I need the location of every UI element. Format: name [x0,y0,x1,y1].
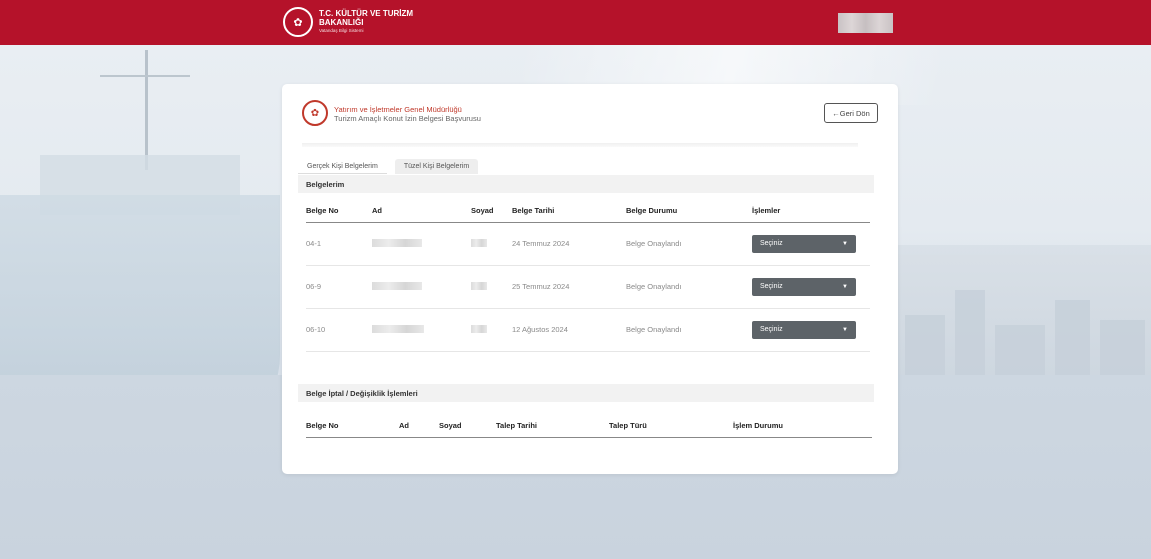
column-header: Belge No [306,200,372,223]
column-header: Talep Tarihi [496,415,609,438]
document-number: 06-9 [306,265,372,309]
actions-dropdown-label: Seçiniz [760,240,783,247]
column-header: İşlem Durumu [733,415,872,438]
column-header: Soyad [439,415,496,438]
column-header: Ad [399,415,439,438]
column-header: Talep Türü [609,415,733,438]
table-header-row: Belge No Ad Soyad Belge Tarihi Belge Dur… [306,200,870,223]
last-name-redacted [471,265,512,309]
actions-cell: Seçiniz ▼ [752,308,870,352]
actions-cell: Seçiniz ▼ [752,265,870,309]
card-header: ✿ Yatırım ve İşletmeler Genel Müdürlüğü … [302,100,878,140]
tab-corporate-documents[interactable]: Tüzel Kişi Belgelerim [394,159,479,174]
document-status: Belge Onaylandı [626,308,752,352]
document-number: 06-10 [306,308,372,352]
document-date: 24 Temmuz 2024 [512,222,626,266]
logo-line-2: BAKANLIĞI [319,17,364,27]
caret-down-icon: ▼ [842,326,848,333]
column-header: Belge No [306,415,399,438]
document-status: Belge Onaylandı [626,222,752,266]
ministry-seal-icon: ✿ [302,100,328,126]
first-name-redacted [372,265,471,309]
table-row: 04-1 24 Temmuz 2024 Belge Onaylandı Seçi… [306,222,870,266]
document-date: 25 Temmuz 2024 [512,265,626,309]
actions-cell: Seçiniz ▼ [752,222,870,266]
ministry-seal-icon: ✿ [283,7,313,37]
actions-dropdown[interactable]: Seçiniz ▼ [752,277,856,296]
last-name-redacted [471,308,512,352]
cancellations-table: Belge No Ad Soyad Talep Tarihi Talep Tür… [306,415,872,438]
first-name-redacted [372,308,471,352]
caret-down-icon: ▼ [842,240,848,247]
tab-bar: Gerçek Kişi Belgelerim Tüzel Kişi Belgel… [298,159,479,174]
document-date: 12 Ağustos 2024 [512,308,626,352]
table-row: 06-10 12 Ağustos 2024 Belge Onaylandı Se… [306,308,870,352]
documents-section-title: Belgelerim [298,175,874,193]
city-skyline [895,245,1151,385]
main-card: ✿ Yatırım ve İşletmeler Genel Müdürlüğü … [282,84,898,474]
user-menu[interactable] [838,13,893,33]
column-header: Belge Tarihi [512,200,626,223]
column-header: Belge Durumu [626,200,752,223]
cancellations-section-title: Belge İptal / Değişiklik İşlemleri [298,384,874,402]
table-header-row: Belge No Ad Soyad Talep Tarihi Talep Tür… [306,415,872,438]
documents-table: Belge No Ad Soyad Belge Tarihi Belge Dur… [306,200,870,352]
column-header: Ad [372,200,471,223]
caret-down-icon: ▼ [842,283,848,290]
actions-dropdown-label: Seçiniz [760,283,783,290]
document-number: 04-1 [306,222,372,266]
header-divider [302,143,858,147]
ministry-logo[interactable]: ✿ T.C. KÜLTÜR VE TURİZM BAKANLIĞI Vatand… [283,7,413,37]
column-header: Soyad [471,200,512,223]
tab-individual-documents[interactable]: Gerçek Kişi Belgelerim [298,159,387,174]
column-header: İşlemler [752,200,870,223]
logo-line-3: Vatandaş Bilgi Sistemi [319,28,364,34]
document-status: Belge Onaylandı [626,265,752,309]
actions-dropdown-label: Seçiniz [760,326,783,333]
card-subtitle: Turizm Amaçlı Konut İzin Belgesi Başvuru… [334,114,481,123]
first-name-redacted [372,222,471,266]
last-name-redacted [471,222,512,266]
actions-dropdown[interactable]: Seçiniz ▼ [752,320,856,339]
card-title: Yatırım ve İşletmeler Genel Müdürlüğü [334,105,462,114]
actions-dropdown[interactable]: Seçiniz ▼ [752,234,856,253]
table-row: 06-9 25 Temmuz 2024 Belge Onaylandı Seçi… [306,265,870,309]
ship-mast-bar [100,75,190,77]
ship-mast [145,50,148,170]
logo-text: T.C. KÜLTÜR VE TURİZM BAKANLIĞI Vatandaş… [319,9,413,34]
back-button[interactable]: ←Geri Dön [824,103,878,123]
top-bar: ✿ T.C. KÜLTÜR VE TURİZM BAKANLIĞI Vatand… [0,0,1151,45]
